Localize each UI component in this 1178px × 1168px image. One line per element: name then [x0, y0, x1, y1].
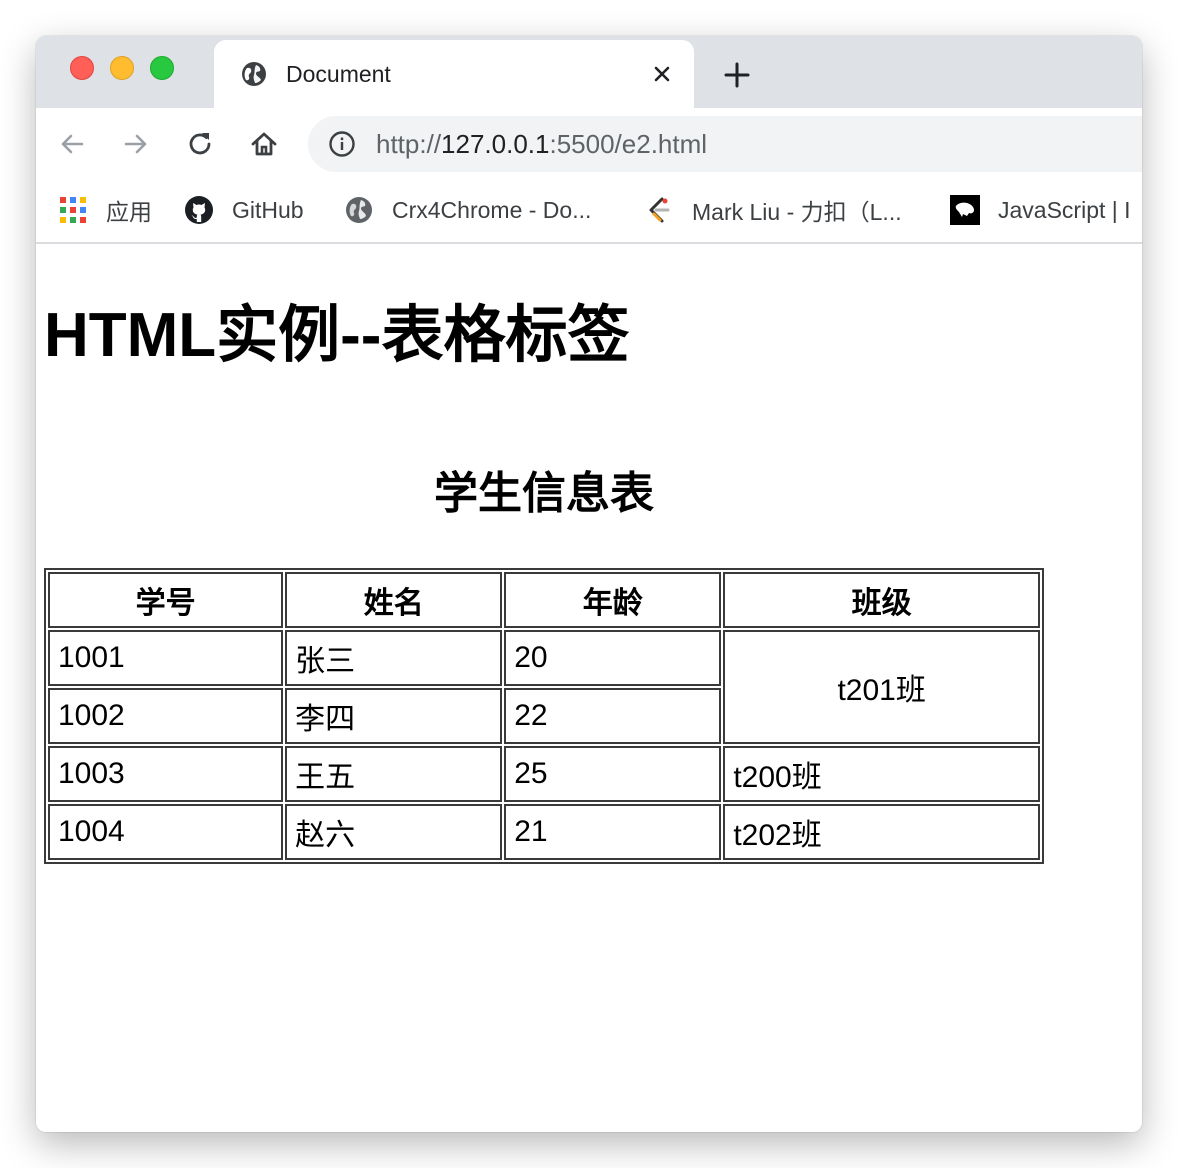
column-header-name: 姓名: [285, 572, 503, 628]
info-icon[interactable]: [328, 130, 356, 158]
page-content: HTML实例--表格标签 学生信息表 学号 姓名 年龄 班级 1001 张三 2…: [36, 244, 1142, 1132]
column-header-age: 年龄: [504, 572, 722, 628]
url-path: :5500/e2.html: [549, 129, 708, 159]
leetcode-icon: [649, 197, 670, 223]
bookmark-label: 应用: [106, 199, 152, 225]
window-close-button[interactable]: [70, 56, 94, 80]
cell-age: 21: [504, 804, 722, 860]
address-bar[interactable]: http://127.0.0.1:5500/e2.html: [308, 116, 1142, 172]
bookmark-github[interactable]: GitHub: [184, 192, 304, 228]
github-icon: [185, 196, 213, 224]
browser-window: Document http://127.0.0.1:5500/e2.html 应…: [36, 36, 1142, 1132]
bookmark-crx4chrome[interactable]: Crx4Chrome - Do...: [344, 192, 591, 228]
cell-class: t200班: [723, 746, 1040, 802]
cell-class: t201班: [723, 630, 1040, 744]
close-icon[interactable]: [648, 60, 676, 88]
cell-name: 李四: [285, 688, 503, 744]
js-site-icon: [950, 195, 980, 225]
globe-icon: [242, 62, 266, 86]
cell-age: 22: [504, 688, 722, 744]
tab-strip: Document: [36, 36, 1142, 108]
bookmark-label: Crx4Chrome - Do...: [392, 196, 592, 223]
cell-name: 赵六: [285, 804, 503, 860]
toolbar: http://127.0.0.1:5500/e2.html: [36, 108, 1142, 180]
table-row: 1003 王五 25 t200班: [48, 746, 1040, 802]
bookmark-label: GitHub: [232, 196, 304, 223]
cell-age: 25: [504, 746, 722, 802]
cell-id: 1004: [48, 804, 284, 860]
globe-icon: [346, 197, 372, 223]
reload-icon[interactable]: [184, 128, 216, 160]
bookmarks-bar: 应用 GitHub Crx4Chrome - Do... Mark Liu - …: [36, 180, 1142, 244]
window-maximize-button[interactable]: [150, 56, 174, 80]
table-header-row: 学号 姓名 年龄 班级: [48, 572, 1040, 628]
cell-id: 1003: [48, 746, 284, 802]
cell-class: t202班: [723, 804, 1040, 860]
column-header-id: 学号: [48, 572, 284, 628]
table-caption: 学生信息表: [434, 469, 654, 518]
url-text[interactable]: http://127.0.0.1:5500/e2.html: [376, 129, 707, 159]
home-icon[interactable]: [248, 128, 280, 160]
window-minimize-button[interactable]: [110, 56, 134, 80]
tab-document[interactable]: Document: [214, 40, 694, 108]
table-row: 1004 赵六 21 t202班: [48, 804, 1040, 860]
tab-title: Document: [286, 61, 391, 87]
bookmark-apps[interactable]: 应用: [58, 192, 152, 228]
table-row: 1001 张三 20 t201班: [48, 630, 1040, 744]
back-arrow-icon[interactable]: [56, 128, 88, 160]
bookmark-label: Mark Liu - 力扣（L...: [692, 199, 902, 225]
bookmark-leetcode[interactable]: Mark Liu - 力扣（L...: [644, 192, 902, 228]
new-tab-icon[interactable]: [722, 60, 752, 90]
cell-age: 20: [504, 630, 722, 686]
bookmark-label: JavaScript | I: [998, 196, 1131, 223]
forward-arrow-icon[interactable]: [120, 128, 152, 160]
apps-grid-icon: [60, 197, 86, 223]
column-header-class: 班级: [723, 572, 1040, 628]
student-table: 学号 姓名 年龄 班级 1001 张三 20 t201班 1002 李四 22 …: [44, 568, 1044, 864]
cell-id: 1002: [48, 688, 284, 744]
url-host: 127.0.0.1: [441, 129, 550, 159]
url-scheme: http://: [376, 129, 442, 159]
cell-name: 王五: [285, 746, 503, 802]
page-title: HTML实例--表格标签: [44, 301, 630, 370]
cell-name: 张三: [285, 630, 503, 686]
cell-id: 1001: [48, 630, 284, 686]
bookmark-javascript[interactable]: JavaScript | I: [950, 192, 1131, 228]
